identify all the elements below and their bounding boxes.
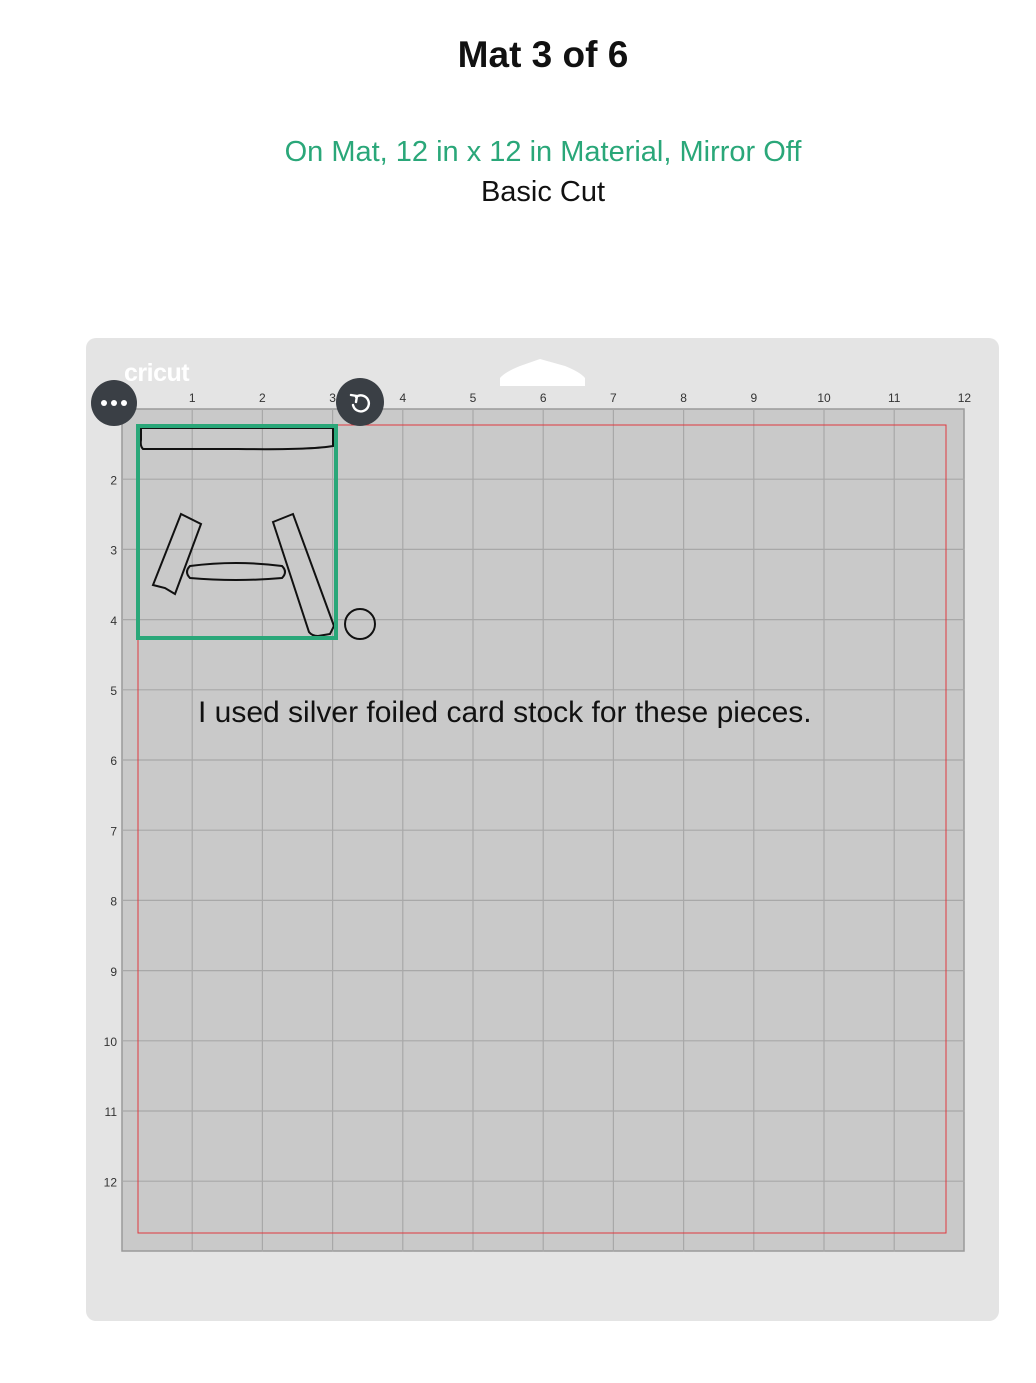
y-tick-label: 7 — [110, 824, 117, 838]
cutting-mat: 123456789101112 123456789101112 — [104, 359, 972, 1252]
x-tick-label: 5 — [470, 391, 477, 405]
y-tick-label: 10 — [104, 1035, 118, 1049]
x-tick-label: 10 — [817, 391, 831, 405]
y-tick-label: 2 — [110, 473, 117, 487]
x-tick-label: 4 — [399, 391, 406, 405]
more-dot — [111, 400, 117, 406]
x-tick-label: 12 — [958, 391, 972, 405]
y-tick-label: 4 — [110, 614, 117, 628]
y-tick-label: 11 — [105, 1105, 118, 1119]
mat-note-text: I used silver foiled card stock for thes… — [198, 696, 812, 729]
y-tick-label: 8 — [110, 895, 117, 909]
cricut-logo: cricut — [124, 359, 190, 387]
y-tick-label: 9 — [110, 965, 117, 979]
x-tick-label: 6 — [540, 391, 547, 405]
rotate-button[interactable] — [336, 378, 384, 426]
x-tick-label: 11 — [888, 391, 901, 405]
x-ruler: 1 2 3 4 5 6 7 8 9 10 11 12 — [189, 391, 972, 405]
mat-hanger-notch — [500, 359, 585, 386]
x-tick-label: 7 — [610, 391, 617, 405]
y-ruler: 123456789101112 — [104, 403, 118, 1189]
y-tick-label: 12 — [104, 1175, 118, 1189]
y-tick-label: 6 — [110, 754, 117, 768]
x-tick-label: 9 — [750, 391, 757, 405]
x-tick-label: 1 — [189, 391, 196, 405]
more-horizontal-icon — [101, 400, 107, 406]
rotate-icon — [349, 393, 371, 413]
y-tick-label: 3 — [110, 544, 117, 558]
more-options-button[interactable] — [91, 380, 137, 426]
x-tick-label: 2 — [259, 391, 266, 405]
x-tick-label: 8 — [680, 391, 687, 405]
y-tick-label: 5 — [110, 684, 117, 698]
more-dot — [121, 400, 127, 406]
